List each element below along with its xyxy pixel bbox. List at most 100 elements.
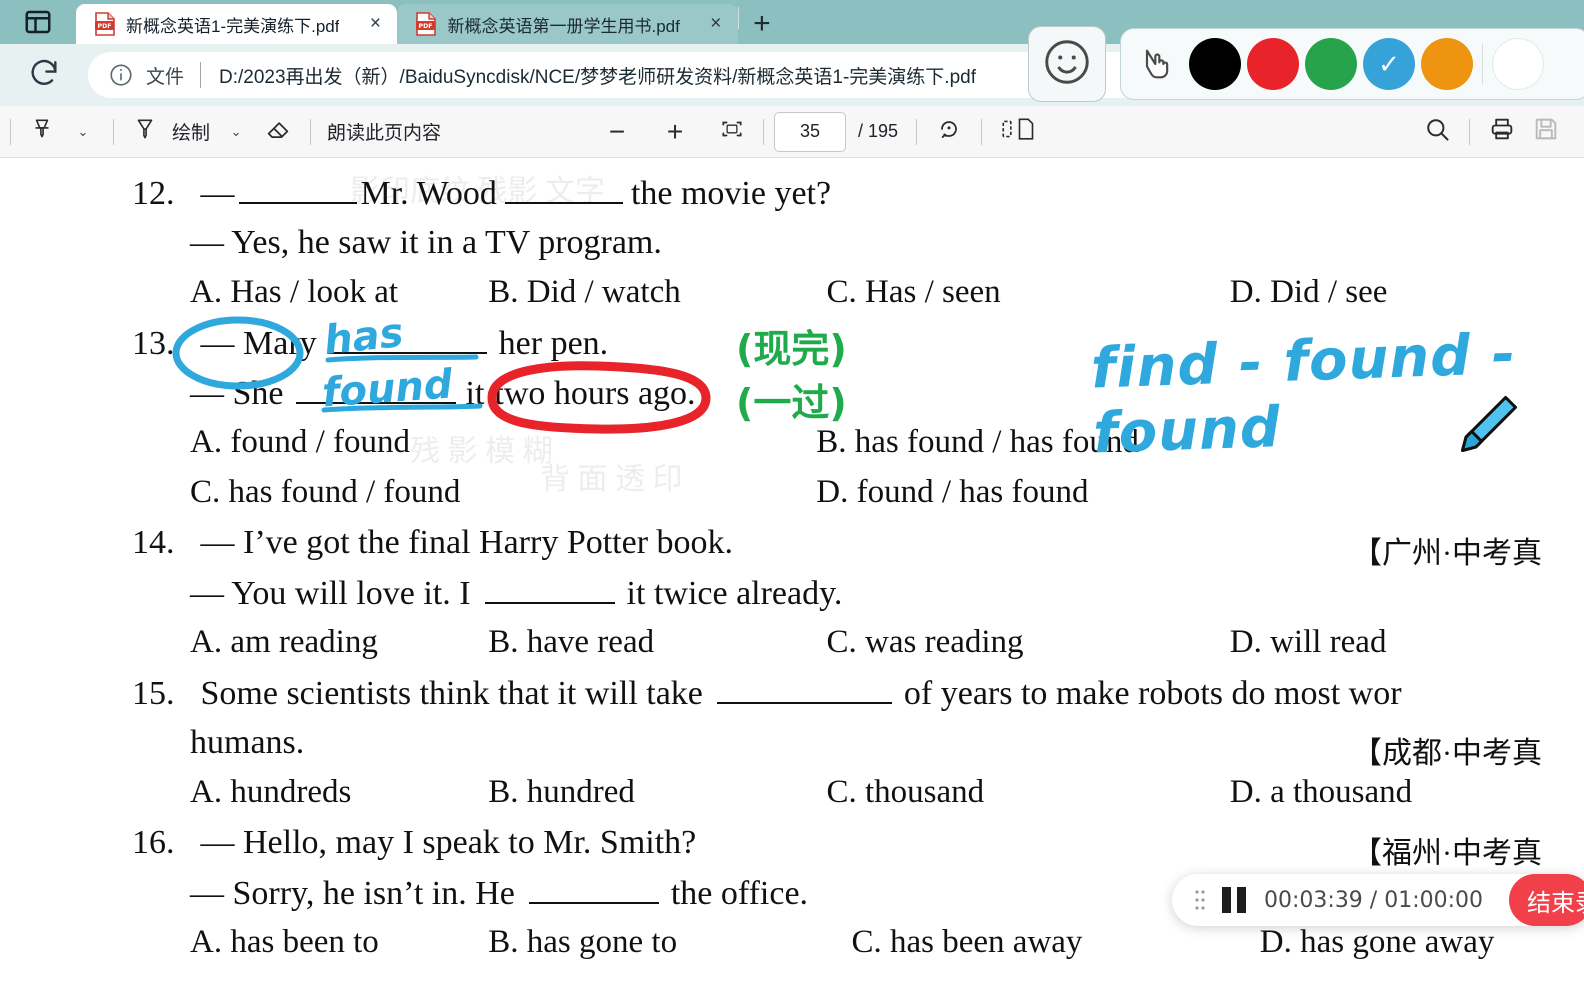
- toolbar-divider: [916, 118, 918, 145]
- q14-l2-post: it twice already.: [626, 575, 843, 612]
- option-b[interactable]: B. Did / watch: [488, 274, 818, 311]
- question-13-options-row-2: C. has found / found D. found / has foun…: [190, 474, 1088, 511]
- answer-blank[interactable]: [238, 174, 357, 204]
- rotate-icon: [935, 115, 963, 149]
- page-layout-button[interactable]: [992, 112, 1044, 152]
- answer-blank[interactable]: [484, 574, 615, 604]
- option-d[interactable]: D. Did / see: [1230, 274, 1388, 311]
- browser-tab-2[interactable]: PDF 新概念英语第一册学生用书.pdf ×: [397, 4, 738, 44]
- read-aloud-button[interactable]: 朗读此页内容: [321, 118, 447, 145]
- tab-close-button[interactable]: ×: [361, 10, 389, 38]
- draw-label[interactable]: 绘制: [166, 118, 216, 145]
- zoom-out-button[interactable]: −: [597, 112, 637, 152]
- question-14-options: A. am reading B. have read C. was readin…: [190, 624, 1386, 661]
- option-c[interactable]: C. thousand: [827, 774, 1222, 811]
- q14-l1: — I’ve got the final Harry Potter book.: [200, 524, 734, 561]
- option-a[interactable]: A. has been to: [190, 924, 480, 961]
- new-tab-button[interactable]: +: [739, 4, 785, 44]
- hand-cursor-icon[interactable]: [1131, 38, 1183, 90]
- q13-pre: — Mary: [200, 325, 317, 362]
- option-b[interactable]: B. has found / has found: [816, 424, 1139, 461]
- pen-icon: [132, 116, 158, 148]
- browser-tab-1[interactable]: PDF 新概念英语1-完美演练下.pdf ×: [76, 4, 398, 44]
- reload-button[interactable]: [0, 44, 88, 106]
- eraser-button[interactable]: [256, 112, 300, 152]
- q13-l2-pre: — She: [190, 375, 284, 412]
- toolbar-divider: [981, 118, 983, 145]
- reload-icon: [27, 56, 61, 95]
- rotate-button[interactable]: [927, 112, 971, 152]
- recording-widget: 00:03:39 / 01:00:00 结束录: [1172, 874, 1584, 926]
- highlighter-button[interactable]: [21, 112, 63, 152]
- save-icon: [1532, 115, 1560, 149]
- pause-button[interactable]: [1222, 887, 1248, 913]
- fit-page-button[interactable]: [711, 112, 753, 152]
- option-b[interactable]: B. has gone to: [488, 924, 843, 961]
- info-circle-icon[interactable]: [108, 62, 134, 88]
- question-number: 15.: [132, 675, 175, 712]
- save-button[interactable]: [1524, 112, 1568, 152]
- option-b[interactable]: B. have read: [488, 624, 818, 661]
- print-button[interactable]: [1480, 112, 1524, 152]
- page-number-input[interactable]: 35: [774, 111, 847, 152]
- color-swatch-white[interactable]: [1492, 38, 1544, 90]
- question-16-line-1: 16. — Hello, may I speak to Mr. Smith?: [132, 824, 696, 862]
- answer-blank[interactable]: [504, 174, 623, 204]
- question-15-line-2: humans.: [190, 724, 304, 762]
- city-tag-chengdu: 【成都·中考真: [1352, 737, 1542, 770]
- svg-text:PDF: PDF: [98, 23, 112, 30]
- option-d[interactable]: D. a thousand: [1230, 774, 1412, 811]
- question-number: 13.: [132, 325, 175, 362]
- q12-post: the movie yet?: [630, 175, 832, 212]
- sidebar-toggle-button[interactable]: [0, 0, 76, 44]
- draw-dropdown-button[interactable]: ⌄: [216, 112, 256, 152]
- color-swatch-orange[interactable]: [1421, 38, 1473, 90]
- handwritten-found: found: [320, 361, 454, 417]
- highlighter-icon: [29, 116, 55, 148]
- drag-dots-icon[interactable]: [1194, 889, 1206, 911]
- answer-blank[interactable]: [716, 674, 892, 704]
- zoom-in-button[interactable]: +: [655, 112, 695, 152]
- omnibox-divider: [200, 62, 202, 88]
- option-a[interactable]: A. found / found: [190, 424, 808, 461]
- question-15-line-1: 15. Some scientists think that it will t…: [132, 674, 1402, 713]
- q14-l2-pre: — You will love it. I: [190, 575, 471, 612]
- q15-l2: humans.: [190, 724, 305, 761]
- tab-close-button[interactable]: ×: [702, 10, 730, 38]
- option-a[interactable]: A. am reading: [190, 624, 480, 661]
- page-total-label: / 195: [858, 121, 899, 141]
- toolbar-divider: [310, 118, 312, 145]
- option-d[interactable]: D. has gone away: [1260, 924, 1495, 961]
- option-c[interactable]: C. has found / found: [190, 474, 808, 511]
- color-swatch-black[interactable]: [1189, 38, 1241, 90]
- option-c[interactable]: C. has been away: [852, 924, 1252, 961]
- city-tag-guangzhou: 【广州·中考真: [1352, 537, 1542, 570]
- search-button[interactable]: [1415, 112, 1459, 152]
- option-b[interactable]: B. hundred: [488, 774, 818, 811]
- browser-window: PDF 新概念英语1-完美演练下.pdf × PDF 新概念英语第一册学生用书.…: [0, 0, 1584, 990]
- option-c[interactable]: C. Has / seen: [827, 274, 1222, 311]
- draw-button[interactable]: [124, 112, 166, 152]
- pdf-page-content[interactable]: 影印底纹 残影 文字 残 影 模 糊 背 面 透 印 12. — Mr. Woo…: [0, 158, 1584, 990]
- recording-time-display: 00:03:39 / 01:00:00: [1264, 887, 1484, 913]
- option-a[interactable]: A. hundreds: [190, 774, 480, 811]
- option-d[interactable]: D. found / has found: [816, 474, 1088, 511]
- palette-divider: [1482, 44, 1483, 84]
- color-swatch-red[interactable]: [1247, 38, 1299, 90]
- annotation-color-palette: ✓: [1120, 28, 1584, 100]
- q13-circled-phrase: two hours ago.: [494, 375, 696, 412]
- q12-answer-line: — Yes, he saw it in a TV program.: [190, 224, 662, 261]
- stop-recording-button[interactable]: 结束录: [1509, 874, 1584, 926]
- answer-blank[interactable]: [528, 874, 659, 904]
- question-12-line-1: 12. — Mr. Wood the movie yet?: [132, 174, 831, 213]
- smiley-face-button[interactable]: [1028, 26, 1106, 102]
- option-a[interactable]: A. Has / look at: [190, 274, 480, 311]
- color-swatch-green[interactable]: [1305, 38, 1357, 90]
- address-bar-url: D:/2023再出发（新）/BaiduSyncdisk/NCE/梦梦老师研发资料…: [219, 66, 977, 88]
- highlighter-dropdown-button[interactable]: ⌄: [63, 112, 103, 152]
- search-icon: [1423, 115, 1451, 149]
- option-d[interactable]: D. will read: [1230, 624, 1387, 661]
- color-swatch-blue[interactable]: ✓: [1363, 38, 1415, 90]
- option-c[interactable]: C. was reading: [827, 624, 1222, 661]
- question-12-line-2: — Yes, he saw it in a TV program.: [190, 224, 662, 262]
